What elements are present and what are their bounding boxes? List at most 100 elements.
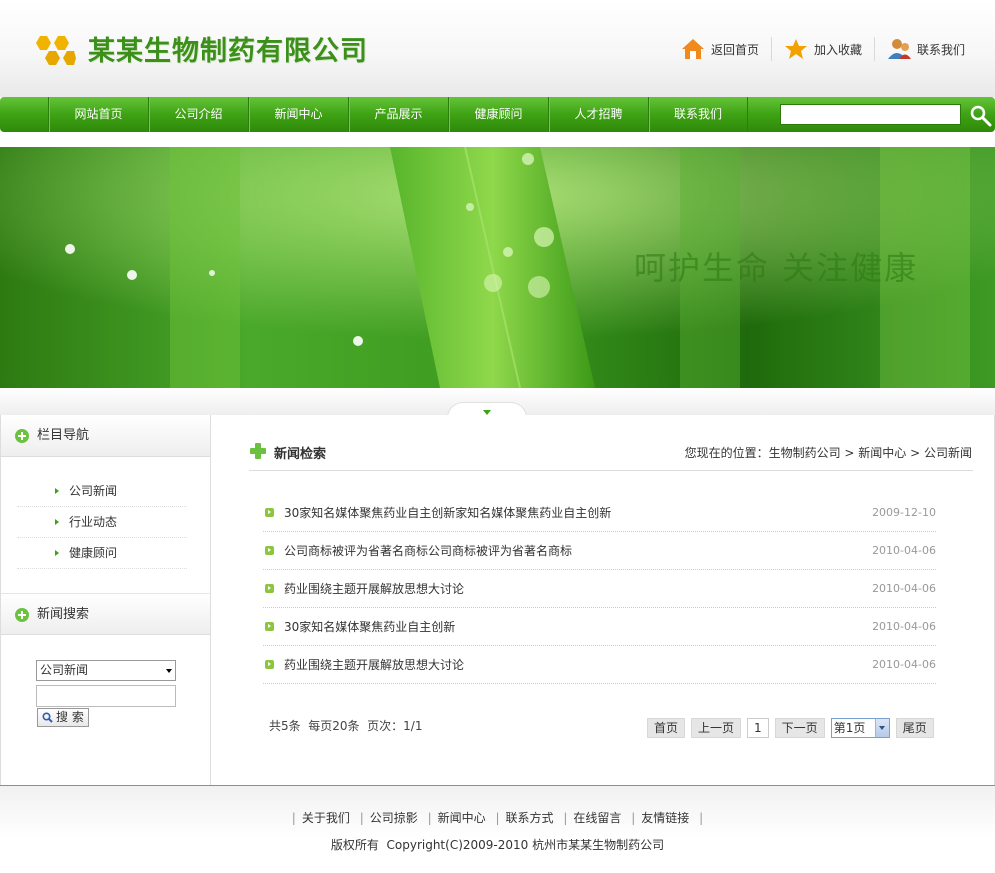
chevron-down-icon [166,669,172,673]
news-date: 2010-04-06 [872,658,936,671]
magnifier-icon [42,712,53,723]
sidebar-item-health[interactable]: 健康顾问 [17,538,187,569]
footer-link-friends[interactable]: 友情链接 [641,811,689,825]
search-category-select[interactable]: 公司新闻 [36,660,176,681]
sidebar-nav-title: 栏目导航 [37,428,90,443]
first-page-button[interactable]: 首页 [647,718,686,738]
home-link-label: 返回首页 [710,42,759,57]
sidebar-item-industry-news[interactable]: 行业动态 [17,507,187,538]
bullet-arrow-icon [55,550,59,556]
plus-circle-icon [15,608,29,622]
green-plus-icon [250,443,266,459]
news-item[interactable]: 30家知名媒体聚焦药业自主创新 2010-04-06 [263,608,936,646]
page-select[interactable]: 第1页 [830,718,890,738]
sidebar-search-title: 新闻搜索 [37,607,90,622]
footer-link-contact[interactable]: 联系方式 [506,811,554,825]
company-logo-text[interactable]: 某某生物制药有限公司 [88,29,368,68]
sidebar-item-label: 公司新闻 [69,484,118,498]
bullet-icon [265,584,274,593]
page-title: 新闻检索 [274,447,327,462]
divider [249,470,973,471]
breadcrumb-item[interactable]: 生物制药公司 [769,446,841,460]
last-page-button[interactable]: 尾页 [895,718,934,738]
bullet-icon [265,546,274,555]
next-page-button[interactable]: 下一页 [774,718,825,738]
news-title[interactable]: 药业围绕主题开展解放思想大讨论 [284,646,464,684]
page-select-value: 第1页 [833,721,866,735]
site-header: 某某生物制药有限公司 返回首页 加入收藏 联系我们 [0,0,995,97]
divider: | [563,811,568,825]
news-title[interactable]: 公司商标被评为省著名商标公司商标被评为省著名商标 [284,532,572,570]
divider: | [359,811,364,825]
home-link[interactable]: 返回首页 [669,36,771,62]
sidebar-item-label: 行业动态 [69,515,118,529]
news-item[interactable]: 30家知名媒体聚焦药业自主创新家知名媒体聚焦药业自主创新 2009-12-10 [263,494,936,532]
divider: | [631,811,636,825]
news-date: 2010-04-06 [872,620,936,633]
chevron-down-icon [874,719,889,737]
contact-icon [887,39,911,59]
search-button-label: 搜 索 [56,710,84,724]
pagination: 首页 上一页 1 下一页 第1页 尾页 [647,718,940,738]
bullet-icon [265,508,274,517]
news-title[interactable]: 30家知名媒体聚焦药业自主创新 [284,608,455,646]
breadcrumb: 您现在的位置：生物制药公司 > 新闻中心 > 公司新闻 [684,446,972,460]
footer-link-about[interactable]: 关于我们 [302,811,350,825]
news-date: 2010-04-06 [872,544,936,557]
nav-items: 网站首页 公司介绍 新闻中心 产品展示 健康顾问 人才招聘 联系我们 [48,97,748,132]
footer-link-news[interactable]: 新闻中心 [438,811,486,825]
sidebar-item-label: 健康顾问 [69,546,118,560]
hexagon-logo-icon [36,36,76,65]
sidebar-nav-list: 公司新闻 行业动态 健康顾问 [17,476,187,569]
bullet-arrow-icon [55,519,59,525]
nav-item-home[interactable]: 网站首页 [48,97,148,132]
page-number[interactable]: 1 [747,718,769,738]
sidebar-search-header: 新闻搜索 [1,593,210,635]
news-date: 2010-04-06 [872,582,936,595]
contact-link[interactable]: 联系我们 [875,36,977,62]
bullet-icon [265,660,274,669]
sidebar: 栏目导航 公司新闻 行业动态 健康顾问 新闻搜索 [0,415,211,785]
breadcrumb-item[interactable]: 新闻中心 [858,446,906,460]
nav-item-news[interactable]: 新闻中心 [248,97,348,132]
contact-link-label: 联系我们 [916,42,965,57]
breadcrumb-item[interactable]: 公司新闻 [924,446,972,460]
news-list: 30家知名媒体聚焦药业自主创新家知名媒体聚焦药业自主创新 2009-12-10 … [263,494,936,684]
nav-item-jobs[interactable]: 人才招聘 [548,97,648,132]
add-favorite-label: 加入收藏 [813,42,862,57]
breadcrumb-prefix: 您现在的位置： [684,446,769,460]
home-icon [681,39,704,59]
bullet-arrow-icon [55,488,59,494]
divider: | [699,811,704,825]
news-date: 2009-12-10 [872,506,936,519]
pagination-info: 共5条 每页20条 页次：1/1 [269,719,423,733]
search-category-value: 公司新闻 [40,663,89,677]
divider: | [495,811,500,825]
nav-item-contact[interactable]: 联系我们 [648,97,748,132]
search-icon[interactable] [969,104,993,128]
news-item[interactable]: 药业围绕主题开展解放思想大讨论 2010-04-06 [263,646,936,684]
footer [0,786,995,873]
sidebar-item-company-news[interactable]: 公司新闻 [17,476,187,507]
search-button[interactable]: 搜 索 [37,708,89,727]
news-title[interactable]: 30家知名媒体聚焦药业自主创新家知名媒体聚焦药业自主创新 [284,494,611,532]
news-item[interactable]: 药业围绕主题开展解放思想大讨论 2010-04-06 [263,570,936,608]
search-keyword-input[interactable] [36,685,176,707]
sidebar-nav-header: 栏目导航 [1,415,210,457]
plus-circle-icon [15,429,29,443]
add-favorite-link[interactable]: 加入收藏 [772,36,874,62]
footer-links: | 关于我们 | 公司掠影 | 新闻中心 | 联系方式 | 在线留言 | 友情链接 | [0,809,995,826]
nav-search-input[interactable] [780,104,961,125]
footer-link-message[interactable]: 在线留言 [573,811,621,825]
nav-item-health[interactable]: 健康顾问 [448,97,548,132]
divider: | [427,811,432,825]
nav-item-products[interactable]: 产品展示 [348,97,448,132]
nav-item-about[interactable]: 公司介绍 [148,97,248,132]
news-item[interactable]: 公司商标被评为省著名商标公司商标被评为省著名商标 2010-04-06 [263,532,936,570]
prev-page-button[interactable]: 上一页 [691,718,742,738]
divider: | [291,811,296,825]
news-title[interactable]: 药业围绕主题开展解放思想大讨论 [284,570,464,608]
banner-slogan: 呵护生命 关注健康 [634,249,919,287]
hero-banner: 呵护生命 关注健康 [0,147,995,388]
footer-link-gallery[interactable]: 公司掠影 [370,811,418,825]
